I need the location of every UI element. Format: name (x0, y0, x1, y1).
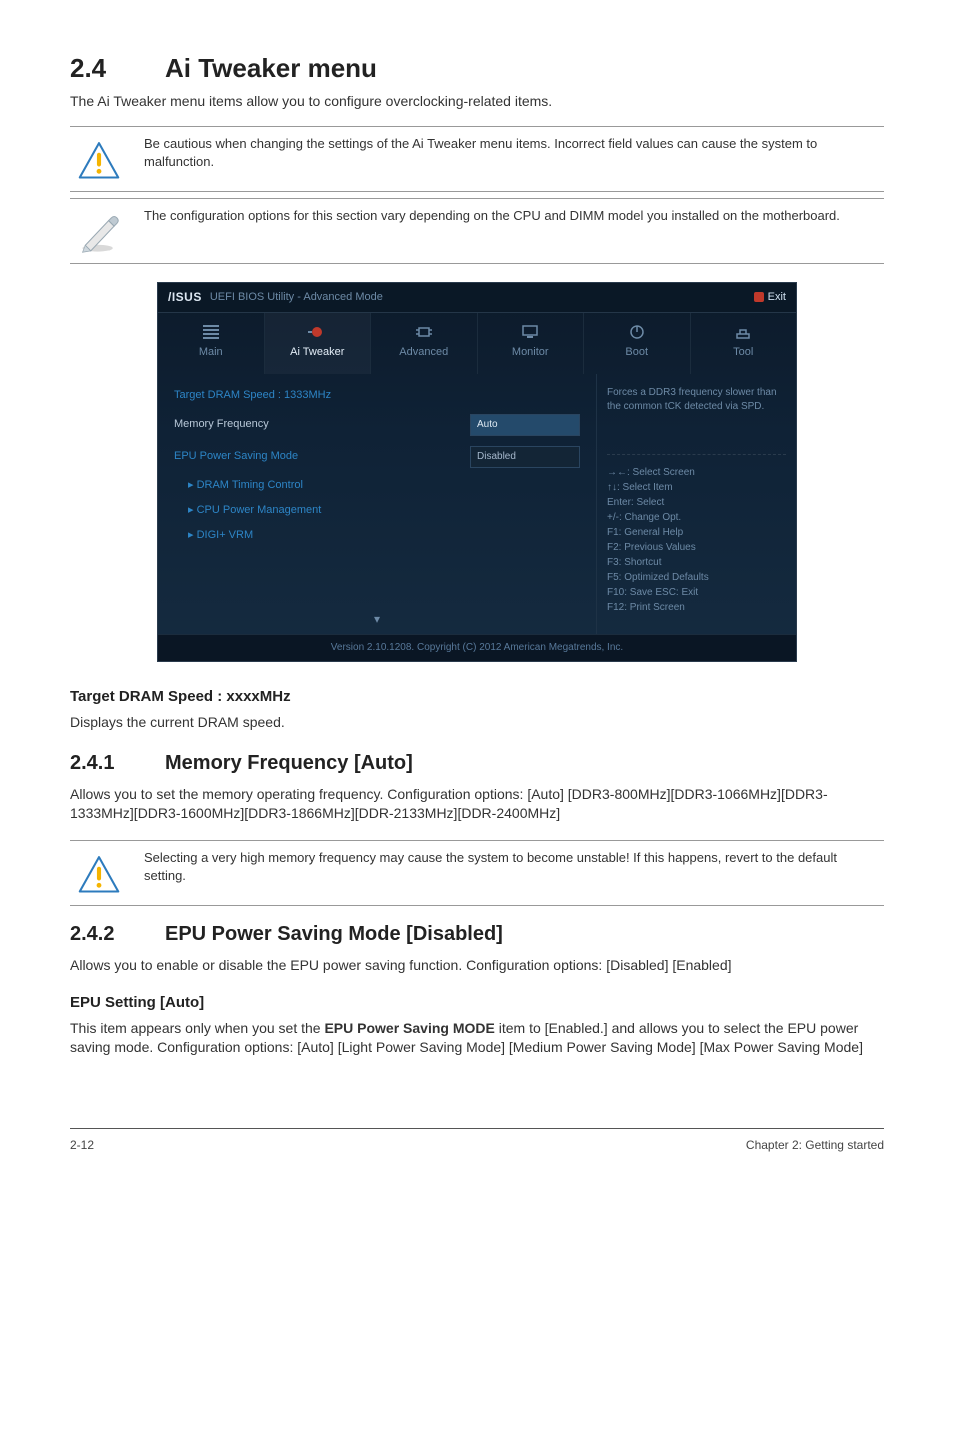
row-dram-timing[interactable]: DRAM Timing Control (174, 478, 580, 493)
row-memfreq-label: Memory Frequency (174, 417, 470, 432)
chip-icon (375, 323, 473, 341)
list-icon (162, 323, 260, 341)
tab-advanced-label: Advanced (375, 345, 473, 360)
bios-screenshot: /ISUS UEFI BIOS Utility - Advanced Mode … (157, 282, 797, 662)
tab-tweaker-label: Ai Tweaker (269, 345, 367, 360)
note-icon (74, 207, 124, 255)
bios-title: UEFI BIOS Utility - Advanced Mode (210, 290, 383, 305)
key-help-line: →←: Select Screen (607, 465, 786, 480)
bios-exit-label: Exit (768, 290, 786, 305)
row-digi-label: DIGI+ VRM (188, 528, 580, 543)
monitor-icon (482, 323, 580, 341)
subsection-242-title: EPU Power Saving Mode [Disabled] (165, 923, 503, 945)
tab-tool-label: Tool (695, 345, 793, 360)
section-lead: The Ai Tweaker menu items allow you to c… (70, 92, 884, 112)
bios-tabs: Main Ai Tweaker Advanced Monitor Boot To… (158, 313, 796, 374)
row-cpu-pm-label: CPU Power Management (188, 503, 580, 518)
callout-caution-2-text: Selecting a very high memory frequency m… (144, 849, 880, 885)
key-help-line: F2: Previous Values (607, 540, 786, 555)
epu-setting-heading: EPU Setting [Auto] (70, 992, 884, 1013)
key-help-line: Enter: Select (607, 495, 786, 510)
callout-caution-1: Be cautious when changing the settings o… (70, 126, 884, 192)
callout-caution-2: Selecting a very high memory frequency m… (70, 840, 884, 906)
row-memory-frequency[interactable]: Memory Frequency Auto (174, 414, 580, 436)
tool-icon (695, 323, 793, 341)
tab-main[interactable]: Main (158, 313, 265, 374)
bios-help-text: Forces a DDR3 frequency slower than the … (607, 386, 786, 455)
section-number: 2.4 (70, 50, 165, 86)
page-number: 2-12 (70, 1137, 94, 1154)
epu-setting-body: This item appears only when you set the … (70, 1019, 884, 1058)
tab-main-label: Main (162, 345, 260, 360)
key-help-line: F12: Print Screen (607, 600, 786, 615)
subsection-241-title: Memory Frequency [Auto] (165, 752, 413, 774)
row-target-dram: Target DRAM Speed : 1333MHz (174, 388, 580, 403)
tweaker-icon (269, 323, 367, 341)
caution-icon (74, 849, 124, 897)
tab-boot-label: Boot (588, 345, 686, 360)
key-help-line: F5: Optimized Defaults (607, 570, 786, 585)
epu-body-bold: EPU Power Saving MODE (324, 1020, 494, 1036)
row-digi-vrm[interactable]: DIGI+ VRM (174, 528, 580, 543)
tab-boot[interactable]: Boot (584, 313, 691, 374)
section-heading: 2.4Ai Tweaker menu (70, 50, 884, 86)
epu-body-pre: This item appears only when you set the (70, 1020, 324, 1036)
row-target-dram-label: Target DRAM Speed : 1333MHz (174, 388, 580, 403)
subsection-242: 2.4.2EPU Power Saving Mode [Disabled] (70, 920, 884, 948)
bios-exit-button[interactable]: Exit (754, 290, 786, 305)
subsection-242-body: Allows you to enable or disable the EPU … (70, 956, 884, 976)
bios-footer: Version 2.10.1208. Copyright (C) 2012 Am… (158, 634, 796, 661)
caution-icon (74, 135, 124, 183)
subsection-241: 2.4.1Memory Frequency [Auto] (70, 749, 884, 777)
target-dram-body: Displays the current DRAM speed. (70, 713, 884, 733)
bios-titlebar: /ISUS UEFI BIOS Utility - Advanced Mode … (158, 283, 796, 313)
tab-advanced[interactable]: Advanced (371, 313, 478, 374)
key-help-line: F10: Save ESC: Exit (607, 585, 786, 600)
target-dram-heading: Target DRAM Speed : xxxxMHz (70, 686, 884, 707)
tab-ai-tweaker[interactable]: Ai Tweaker (265, 313, 372, 374)
callout-note-1: The configuration options for this secti… (70, 198, 884, 264)
scroll-down-icon[interactable]: ▾ (374, 611, 380, 628)
power-icon (588, 323, 686, 341)
exit-icon (754, 292, 764, 302)
subsection-242-num: 2.4.2 (70, 920, 165, 948)
callout-caution-1-text: Be cautious when changing the settings o… (144, 135, 880, 171)
row-epu-label: EPU Power Saving Mode (174, 449, 470, 464)
page-footer: 2-12 Chapter 2: Getting started (70, 1128, 884, 1154)
tab-tool[interactable]: Tool (691, 313, 797, 374)
bios-brand: /ISUS (168, 289, 202, 306)
bios-key-help: →←: Select Screen ↑↓: Select Item Enter:… (607, 465, 786, 615)
section-title: Ai Tweaker menu (165, 53, 377, 83)
row-memfreq-value[interactable]: Auto (470, 414, 580, 436)
tab-monitor[interactable]: Monitor (478, 313, 585, 374)
key-help-line: F1: General Help (607, 525, 786, 540)
row-dram-timing-label: DRAM Timing Control (188, 478, 580, 493)
subsection-241-body: Allows you to set the memory operating f… (70, 785, 884, 824)
row-cpu-power-mgmt[interactable]: CPU Power Management (174, 503, 580, 518)
row-epu-mode[interactable]: EPU Power Saving Mode Disabled (174, 446, 580, 468)
key-help-line: F3: Shortcut (607, 555, 786, 570)
callout-note-1-text: The configuration options for this secti… (144, 207, 880, 225)
bios-left-pane: Target DRAM Speed : 1333MHz Memory Frequ… (158, 374, 596, 634)
chapter-label: Chapter 2: Getting started (746, 1137, 884, 1154)
tab-monitor-label: Monitor (482, 345, 580, 360)
key-help-line: +/-: Change Opt. (607, 510, 786, 525)
bios-right-pane: Forces a DDR3 frequency slower than the … (596, 374, 796, 634)
subsection-241-num: 2.4.1 (70, 749, 165, 777)
key-help-line: ↑↓: Select Item (607, 480, 786, 495)
row-epu-value[interactable]: Disabled (470, 446, 580, 468)
